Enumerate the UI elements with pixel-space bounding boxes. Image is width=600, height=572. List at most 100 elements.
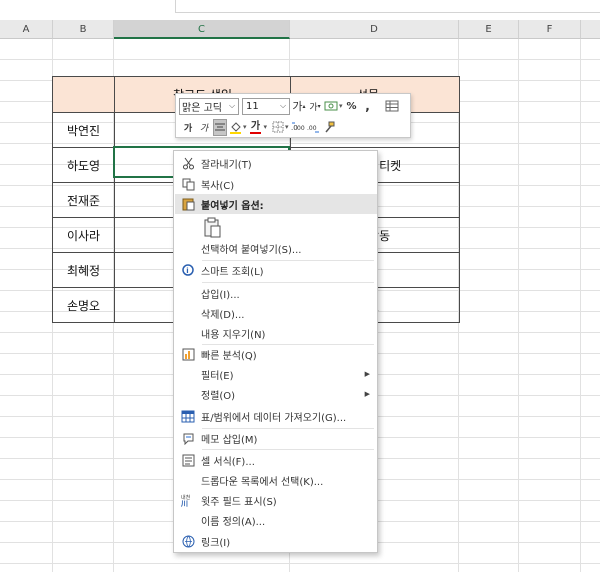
font-color-button[interactable]: 가 (249, 119, 263, 136)
menu-item-quick-analysis[interactable]: 빠른 분석(Q) (175, 344, 377, 364)
table-format-icon (385, 100, 399, 112)
menu-item-label: 삭제(D)... (201, 309, 245, 321)
menu-item-label: 이름 정의(A)... (201, 516, 266, 528)
format-cells-icon (175, 450, 201, 470)
decrease-font-size-button[interactable]: 가 ▾ (308, 98, 322, 115)
caret-down-icon: ▾ (317, 102, 321, 110)
menu-item-cut[interactable]: 잘라내기(T) (175, 153, 377, 173)
fill-color-button[interactable]: ▾ (229, 119, 247, 136)
header-cell-b[interactable] (52, 76, 115, 113)
menu-item-label: 스마트 조회(L) (201, 266, 264, 278)
formula-bar-area (0, 0, 600, 20)
borders-icon (272, 121, 284, 133)
column-header-a[interactable]: A (0, 20, 53, 39)
menu-item-filter[interactable]: 필터(E) ▶ (175, 364, 377, 384)
chevron-down-icon: ▾ (243, 123, 247, 131)
format-painter-button[interactable] (323, 119, 337, 136)
menu-item-define-name[interactable]: 이름 정의(A)... (175, 510, 377, 530)
svg-text:川: 川 (181, 500, 188, 507)
font-name-value: 맑은 고딕 (182, 102, 222, 114)
format-table-button[interactable] (385, 98, 399, 115)
table-icon (175, 406, 201, 426)
grow-font-icon: 가 (292, 100, 303, 113)
formula-bar[interactable] (175, 0, 600, 13)
menu-item-link[interactable]: 링크(I) (175, 531, 377, 551)
menu-item-label: 윗주 필드 표시(S) (201, 496, 277, 508)
menu-item-label: 복사(C) (201, 180, 235, 192)
menu-item-phonetic[interactable]: 내천 川 윗주 필드 표시(S) (175, 490, 377, 510)
menu-item-clear-contents[interactable]: 내용 지우기(N) (175, 323, 377, 343)
menu-item-label: 링크(I) (201, 537, 231, 549)
menu-item-label: 붙여넣기 옵션: (201, 200, 264, 212)
column-header-f[interactable]: F (519, 20, 581, 39)
paste-clipboard-icon[interactable] (204, 217, 222, 239)
menu-item-sort[interactable]: 정렬(O) ▶ (175, 384, 377, 404)
menu-item-insert-comment[interactable]: 메모 삽입(M) (175, 428, 377, 448)
column-header-e[interactable]: E (459, 20, 519, 39)
menu-item-paste-special[interactable]: 선택하여 붙여넣기(S)... (175, 238, 377, 258)
shrink-font-icon: 가 (309, 102, 318, 113)
name-cell[interactable]: 전재준 (52, 182, 115, 218)
name-cell[interactable]: 손명오 (52, 287, 115, 323)
decrease-decimal-icon: .00 (307, 125, 319, 133)
context-menu: 잘라내기(T) 복사(C) 붙여넣기 옵션: 선택하여 붙여넣기(S)... i… (173, 150, 378, 553)
link-icon (175, 531, 201, 551)
font-name-box[interactable]: 맑은 고딕 ⌵ (179, 97, 239, 115)
chevron-down-icon[interactable]: ⌵ (226, 101, 238, 111)
menu-item-label: 잘라내기(T) (201, 159, 252, 171)
increase-decimal-button[interactable]: .0 00 (291, 119, 305, 136)
chevron-down-icon: ▾ (285, 123, 289, 131)
chevron-down-icon[interactable]: ▾ (264, 123, 268, 131)
chevron-down-icon: ▾ (339, 102, 343, 110)
menu-item-label: 삽입(I)... (201, 289, 240, 301)
menu-item-get-data[interactable]: 표/범위에서 데이터 가져오기(G)... (175, 406, 377, 426)
font-size-box[interactable]: 11 ⌵ (242, 97, 290, 115)
percent-icon: % (346, 100, 357, 112)
column-header-d[interactable]: D (290, 20, 459, 39)
font-color-icon: 가 (250, 120, 261, 132)
menu-item-copy[interactable]: 복사(C) (175, 174, 377, 194)
menu-item-paste-options: 붙여넣기 옵션: (175, 194, 377, 214)
font-color-swatch (250, 131, 262, 134)
bold-button[interactable]: 가 (181, 119, 195, 136)
chevron-right-icon: ▶ (364, 390, 370, 398)
column-header-b[interactable]: B (53, 20, 114, 39)
currency-icon (324, 101, 338, 111)
name-cell[interactable]: 이사라 (52, 217, 115, 253)
menu-item-label: 표/범위에서 데이터 가져오기(G)... (201, 412, 347, 424)
menu-item-format-cells[interactable]: 셀 서식(F)... (175, 450, 377, 470)
column-header-g[interactable] (581, 20, 600, 39)
increase-font-size-button[interactable]: 가 ▴ (292, 98, 306, 115)
column-header-c[interactable]: C (114, 20, 290, 39)
increase-decimal-icon: .0 00 (291, 122, 304, 132)
comma-style-button[interactable]: , (361, 98, 375, 115)
menu-item-delete[interactable]: 삭제(D)... (175, 303, 377, 323)
menu-item-smart-lookup[interactable]: i 스마트 조회(L) (175, 260, 377, 280)
align-center-icon (215, 123, 225, 130)
borders-button[interactable]: ▾ (272, 119, 289, 136)
comment-icon (175, 428, 201, 448)
name-cell[interactable]: 박연진 (52, 112, 115, 148)
chevron-down-icon[interactable]: ⌵ (277, 101, 289, 111)
italic-button[interactable]: 가 (197, 119, 211, 136)
paint-bucket-icon (230, 121, 241, 134)
menu-item-insert[interactable]: 삽입(I)... (175, 283, 377, 303)
name-cell[interactable]: 하도영 (52, 147, 115, 183)
menu-item-label: 셀 서식(F)... (201, 456, 255, 468)
clipboard-icon (175, 194, 201, 214)
copy-icon (175, 174, 201, 194)
menu-item-label: 선택하여 붙여넣기(S)... (201, 244, 302, 256)
menu-item-label: 필터(E) (201, 370, 234, 382)
decrease-decimal-button[interactable]: .00 (307, 119, 321, 136)
accounting-format-button[interactable]: ▾ (324, 98, 343, 115)
mini-toolbar: 맑은 고딕 ⌵ 11 ⌵ 가 ▴ 가 ▾ ▾ % , 가 가 ▾ 가 ▾ ▾ .… (175, 93, 411, 138)
menu-item-pick-from-dropdown[interactable]: 드롭다운 목록에서 선택(K)... (175, 470, 377, 490)
name-cell[interactable]: 최혜정 (52, 252, 115, 288)
svg-text:i: i (186, 267, 188, 275)
scissors-icon (175, 153, 201, 173)
center-align-button[interactable] (213, 118, 227, 136)
italic-icon: 가 (199, 123, 209, 134)
menu-item-label: 빠른 분석(Q) (201, 350, 257, 362)
caret-up-icon: ▴ (302, 102, 306, 110)
percent-style-button[interactable]: % (345, 98, 359, 115)
